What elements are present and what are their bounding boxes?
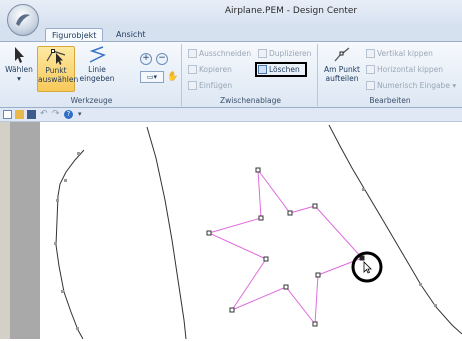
ausschneiden-button[interactable]: Ausschneiden bbox=[188, 48, 251, 59]
copy-icon bbox=[188, 65, 197, 74]
hand-icon[interactable]: ✋ bbox=[167, 71, 178, 83]
numeric-input-icon bbox=[366, 81, 375, 90]
save-icon[interactable] bbox=[27, 110, 36, 119]
design-canvas[interactable] bbox=[40, 122, 462, 340]
loeschen-highlight-box bbox=[255, 62, 307, 77]
scissors-icon bbox=[188, 49, 197, 58]
tab-ansicht[interactable]: Ansicht bbox=[110, 28, 152, 41]
ribbon: Wählen ▾ Punkt auswählen Linie eingeben +… bbox=[0, 41, 462, 108]
qat-customize-icon[interactable]: ▾ bbox=[78, 110, 87, 119]
group-bearbeiten: Am Punkt aufteilen Vertikal kippen Horiz… bbox=[320, 44, 460, 106]
split-point-icon bbox=[334, 47, 350, 62]
group-label-bearbeiten: Bearbeiten bbox=[369, 96, 411, 105]
group-werkzeuge: Wählen ▾ Punkt auswählen Linie eingeben +… bbox=[2, 44, 182, 106]
select-point-icon bbox=[46, 49, 66, 65]
design-drawing bbox=[54, 124, 462, 340]
flip-horizontal-icon bbox=[366, 65, 375, 74]
am-punkt-aufteilen-button[interactable]: Am Punkt aufteilen bbox=[322, 46, 362, 83]
help-icon[interactable]: ? bbox=[64, 110, 73, 119]
window-title: Airplane.PEM - Design Center bbox=[224, 6, 358, 16]
einfuegen-button[interactable]: Einfügen bbox=[188, 80, 232, 91]
zoom-dropdown[interactable]: ▭▾ bbox=[140, 71, 164, 83]
kopieren-button[interactable]: Kopieren bbox=[188, 64, 232, 75]
zoom-in-icon[interactable]: + bbox=[140, 53, 152, 65]
outline-right bbox=[328, 124, 462, 335]
undo-icon[interactable]: ↶ bbox=[40, 110, 49, 119]
horizontal-kippen-button[interactable]: Horizontal kippen bbox=[366, 64, 443, 75]
zoom-out-icon[interactable]: − bbox=[156, 53, 168, 65]
outline-middle bbox=[146, 126, 187, 340]
design-area bbox=[0, 122, 462, 340]
app-orb-icon[interactable] bbox=[7, 4, 39, 36]
quick-access-toolbar: ↶ ↷ ? ▾ bbox=[0, 108, 462, 122]
outline-left bbox=[55, 149, 85, 340]
new-icon[interactable] bbox=[3, 110, 12, 119]
flip-vertical-icon bbox=[366, 49, 375, 58]
mouse-cursor bbox=[363, 261, 372, 274]
waehlen-button[interactable]: Wählen ▾ bbox=[4, 46, 34, 83]
paste-icon bbox=[188, 81, 197, 90]
title-bar: Airplane.PEM - Design Center bbox=[0, 0, 462, 26]
vertikal-kippen-button[interactable]: Vertikal kippen bbox=[366, 48, 433, 59]
ribbon-tabs: Figurobjekt Ansicht bbox=[0, 26, 462, 41]
left-ruler bbox=[0, 122, 10, 339]
group-label-zwischenablage: Zwischenablage bbox=[220, 96, 281, 105]
open-icon[interactable] bbox=[15, 110, 24, 119]
tab-figurobjekt[interactable]: Figurobjekt bbox=[45, 28, 104, 41]
duplicate-icon bbox=[258, 49, 267, 58]
redo-icon[interactable]: ↷ bbox=[52, 110, 61, 119]
duplizieren-button[interactable]: Duplizieren bbox=[258, 48, 311, 59]
star-shape bbox=[207, 168, 363, 326]
punkt-auswaehlen-button[interactable]: Punkt auswählen bbox=[37, 46, 78, 92]
numerisch-eingabe-button[interactable]: Numerisch Eingabe ▾ bbox=[366, 80, 456, 91]
linie-eingeben-button[interactable]: Linie eingeben bbox=[78, 46, 116, 83]
select-arrow-icon bbox=[15, 47, 24, 63]
line-input-icon bbox=[89, 46, 106, 63]
group-label-werkzeuge: Werkzeuge bbox=[70, 96, 113, 105]
